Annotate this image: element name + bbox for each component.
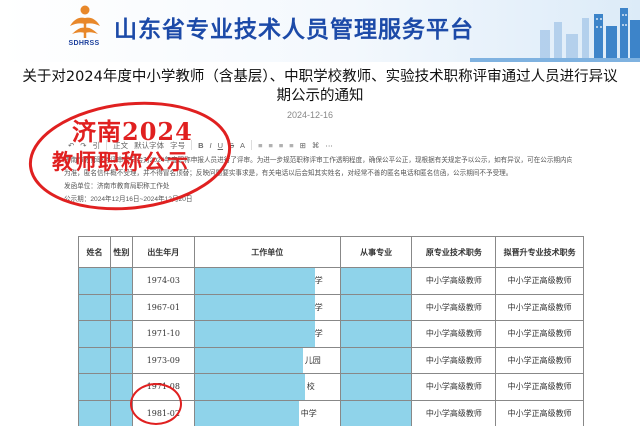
more-icon[interactable]: ⋯	[325, 141, 333, 150]
header-new-title: 拟晋升专业技术职务	[495, 236, 584, 268]
underline-icon[interactable]: U	[218, 141, 223, 150]
redacted-major-cell	[339, 293, 413, 321]
unit-cell-text: 校	[306, 382, 315, 392]
period-line: 公示期：2024年12月16日~2024年12月20日	[64, 195, 193, 203]
unit-cell-text: 学	[314, 276, 323, 286]
italic-icon[interactable]: I	[210, 141, 212, 150]
new-title-cell: 中小学正高级教师	[495, 346, 584, 374]
redacted-unit-block	[194, 268, 315, 294]
new-title-cell: 中小学正高级教师	[495, 373, 584, 401]
redacted-unit-block	[194, 347, 303, 373]
original-title-cell: 中小学高级教师	[411, 346, 497, 374]
birth-cell: 1967-01	[131, 293, 195, 321]
original-title-cell: 中小学高级教师	[411, 373, 497, 401]
original-title-cell: 中小学高级教师	[411, 320, 497, 348]
redacted-name-cell	[78, 320, 111, 348]
table-row: 1974-03 学 中小学高级教师 中小学正高级教师	[78, 267, 584, 295]
redacted-gender-cell	[109, 293, 133, 321]
redacted-unit-block	[194, 400, 299, 426]
redacted-major-cell	[339, 373, 413, 401]
redacted-gender-cell	[109, 320, 133, 348]
redacted-unit-block	[194, 374, 305, 400]
unit-cell: 学	[193, 267, 341, 295]
header-unit: 工作单位	[193, 236, 341, 268]
notice-title: 关于对2024年度中小学教师（含基层）、中职学校教师、实验技术职称评审通过人员进…	[0, 68, 640, 106]
unit-cell-text: 学	[314, 302, 323, 312]
new-title-cell: 中小学正高级教师	[495, 399, 584, 426]
header-name: 姓名	[78, 236, 111, 268]
align-justify-icon[interactable]: ≡	[289, 141, 293, 150]
unit-cell-text: 儿园	[304, 355, 321, 365]
original-title-cell: 中小学高级教师	[411, 267, 497, 295]
redacted-name-cell	[78, 267, 111, 295]
new-title-cell: 中小学正高级教师	[495, 293, 584, 321]
table-row: 1971-10 学 中小学高级教师 中小学正高级教师	[78, 320, 584, 348]
redacted-gender-cell	[109, 346, 133, 374]
birth-cell: 1973-09	[131, 346, 195, 374]
site-header: SDHRSS 山东省专业技术人员管理服务平台	[0, 0, 640, 62]
unit-cell: 学	[193, 293, 341, 321]
redacted-unit-block	[194, 321, 315, 347]
align-left-icon[interactable]: ≡	[258, 141, 262, 150]
new-title-cell: 中小学正高级教师	[495, 320, 584, 348]
redacted-major-cell	[339, 346, 413, 374]
stamp-text-line1: 济南2024	[72, 117, 193, 146]
redacted-major-cell	[339, 399, 413, 426]
unit-cell-text: 中学	[300, 408, 317, 418]
unit-cell: 校	[193, 373, 341, 401]
notice-title-line2: 期公示的通知	[276, 88, 364, 104]
notice-date-text: 2024-12-16	[286, 110, 334, 120]
insert-table-icon[interactable]: ⊞	[300, 141, 306, 150]
redacted-major-cell	[339, 320, 413, 348]
align-center-icon[interactable]: ≡	[268, 141, 272, 150]
city-skyline-decoration	[470, 8, 640, 62]
header-major: 从事专业	[339, 236, 413, 268]
unit-cell: 学	[193, 320, 341, 348]
sender-line: 发函单位：济南市教育局职称工作处	[64, 183, 170, 190]
header-gender: 性别	[109, 236, 133, 268]
redacted-major-cell	[339, 267, 413, 295]
stamp-text-line2: 教师职称公示	[52, 149, 190, 174]
table-row: 1973-09 儿园 中小学高级教师 中小学正高级教师	[78, 346, 584, 374]
redacted-name-cell	[78, 293, 111, 321]
birth-cell: 1971-10	[131, 320, 195, 348]
redacted-gender-cell	[109, 373, 133, 401]
link-icon[interactable]: ⌘	[312, 141, 320, 150]
redacted-gender-cell	[109, 267, 133, 295]
red-highlight-circle	[130, 383, 182, 425]
original-title-cell: 中小学高级教师	[411, 399, 497, 426]
font-color-icon[interactable]: A	[240, 141, 245, 150]
original-title-cell: 中小学高级教师	[411, 293, 497, 321]
redacted-name-cell	[78, 399, 111, 426]
notice-title-line1: 关于对2024年度中小学教师（含基层）、中职学校教师、实验技术职称评审通过人员进…	[22, 69, 618, 85]
align-right-icon[interactable]: ≡	[279, 141, 283, 150]
redacted-name-cell	[78, 373, 111, 401]
table-header-row: 姓名 性别 出生年月 工作单位 从事专业 原专业技术职务 拟晋升专业技术职务	[78, 236, 584, 268]
logo-text: SDHRSS	[68, 40, 100, 47]
header-birth: 出生年月	[131, 236, 195, 268]
site-title[interactable]: 山东省专业技术人员管理服务平台	[114, 10, 474, 44]
table-row: 1967-01 学 中小学高级教师 中小学正高级教师	[78, 293, 584, 321]
unit-cell: 儿园	[193, 346, 341, 374]
header-original-title: 原专业技术职务	[411, 236, 497, 268]
birth-cell: 1974-03	[131, 267, 195, 295]
new-title-cell: 中小学正高级教师	[495, 267, 584, 295]
bold-icon[interactable]: B	[198, 141, 203, 150]
redacted-unit-block	[194, 294, 315, 320]
unit-cell: 中学	[193, 399, 341, 426]
strikethrough-icon[interactable]: S	[229, 141, 234, 150]
redacted-name-cell	[78, 346, 111, 374]
unit-cell-text: 学	[314, 329, 323, 339]
toolbar-divider	[251, 140, 253, 150]
